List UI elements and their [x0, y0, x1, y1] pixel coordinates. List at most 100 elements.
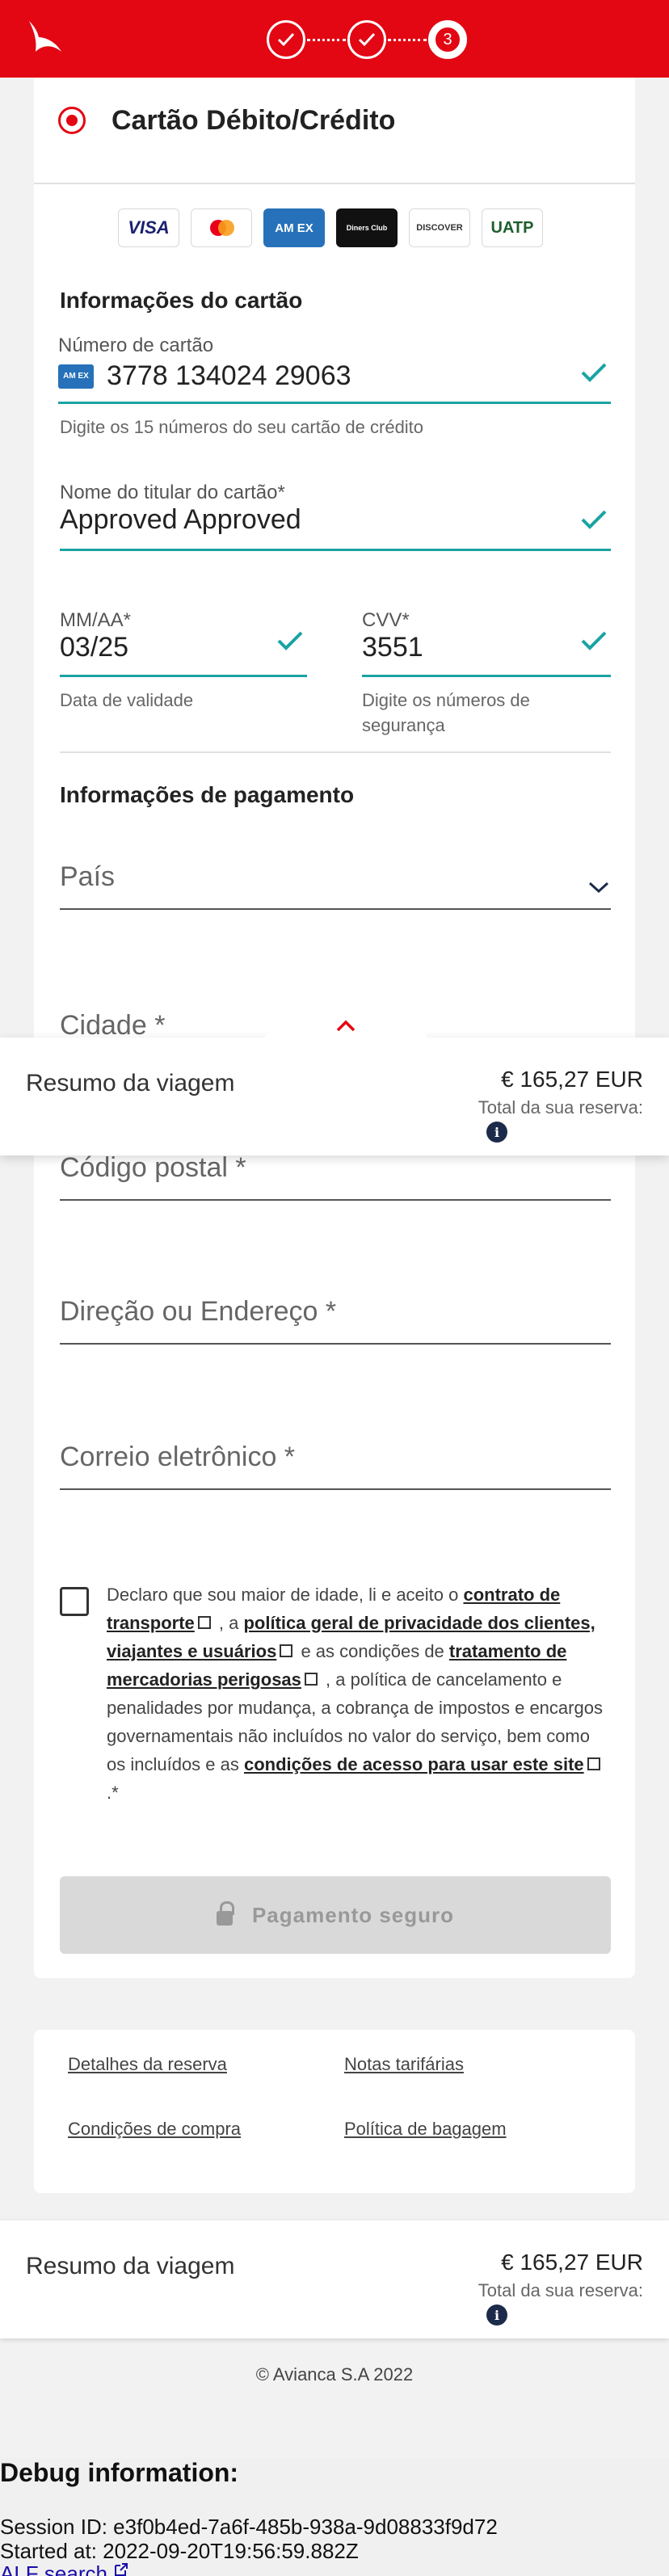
cardholder-name-value[interactable]: Approved Approved — [60, 504, 611, 536]
step-connector — [388, 38, 427, 41]
uatp-logo-icon: UATP — [482, 208, 543, 247]
address-underline — [60, 1343, 611, 1345]
debug-session-id: Session ID: e3f0b4ed-7a6f-485b-938a-9d08… — [0, 2515, 498, 2539]
consent-text: .* — [107, 1783, 119, 1803]
payment-method-radio[interactable] — [58, 107, 86, 134]
cardholder-name-field[interactable]: Nome do titular do cartão* Approved Appr… — [60, 482, 611, 551]
postal-code-input[interactable]: Código postal * — [60, 1152, 611, 1201]
address-input[interactable]: Direção ou Endereço * — [60, 1296, 611, 1345]
purchase-conditions-link[interactable]: Condições de compra — [68, 2119, 241, 2140]
postal-code-placeholder: Código postal * — [60, 1152, 246, 1183]
external-link-icon — [115, 2563, 128, 2576]
top-header: 3 — [0, 0, 669, 78]
valid-check-icon — [581, 510, 607, 529]
external-link-icon — [197, 1616, 211, 1629]
site-access-conditions-link[interactable]: condições de acesso para usar este site — [244, 1754, 584, 1774]
valid-check-icon — [581, 631, 607, 650]
cvv-underline — [362, 675, 611, 677]
country-select[interactable]: País — [60, 861, 611, 910]
chevron-down-icon — [588, 882, 609, 894]
diners-logo-icon: Diners Club — [336, 208, 398, 247]
card-info-title: Informações do cartão — [60, 288, 303, 313]
progress-steps: 3 — [267, 19, 467, 60]
cvv-value[interactable]: 3551 — [362, 632, 611, 663]
cardholder-name-label: Nome do titular do cartão* — [60, 482, 285, 503]
external-link-icon — [304, 1673, 318, 1686]
amex-card-icon: AM EX — [58, 364, 94, 389]
country-placeholder: País — [60, 861, 116, 892]
baggage-policy-link[interactable]: Política de bagagem — [344, 2119, 507, 2140]
avianca-logo-icon[interactable] — [23, 16, 68, 61]
section-divider — [60, 751, 611, 753]
cvv-label: CVV* — [362, 609, 410, 631]
valid-check-icon — [277, 631, 303, 650]
postal-code-underline — [60, 1199, 611, 1201]
discover-logo-icon: DISCOVER — [409, 208, 470, 247]
trip-total-price: € 165,27 EUR — [501, 2250, 643, 2275]
secure-payment-label: Pagamento seguro — [251, 1902, 455, 1927]
email-underline — [60, 1488, 611, 1490]
debug-started-at: Started at: 2022-09-20T19:56:59.882Z — [0, 2539, 359, 2563]
trip-total-label: Total da sua reserva: — [478, 1097, 643, 1118]
alf-search-link[interactable]: ALF search — [0, 2561, 107, 2576]
card-number-field[interactable]: Número de cartão AM EX 3778 134024 29063 — [58, 335, 611, 404]
payment-method-label: Cartão Débito/Crédito — [112, 105, 396, 136]
country-underline — [60, 908, 611, 910]
card-number-hint: Digite os 15 números do seu cartão de cr… — [60, 417, 424, 437]
cvv-hint-line-2: segurança — [362, 714, 445, 735]
trip-summary-sticky[interactable]: Resumo da viagem € 165,27 EUR Total da s… — [0, 1010, 669, 1155]
summary-expand-tab[interactable] — [263, 1010, 428, 1039]
info-icon[interactable]: i — [486, 2305, 507, 2326]
step-2-done-icon — [347, 20, 386, 59]
card-number-label: Número de cartão — [58, 335, 214, 356]
terms-checkbox[interactable] — [60, 1587, 89, 1616]
terms-consent-text: Declaro que sou maior de idade, li e ace… — [107, 1581, 608, 1807]
card-number-underline — [58, 402, 611, 404]
debug-title: Debug information: — [0, 2458, 239, 2487]
external-link-icon — [280, 1644, 293, 1657]
fare-notes-link[interactable]: Notas tarifárias — [344, 2054, 464, 2075]
consent-text: , a — [213, 1613, 244, 1633]
step-3-current: 3 — [428, 20, 467, 59]
consent-text: e as condições de — [296, 1641, 449, 1661]
email-placeholder: Correio eletrônico * — [60, 1442, 296, 1472]
trip-total-price: € 165,27 EUR — [501, 1067, 643, 1092]
trip-total-label: Total da sua reserva: — [478, 2280, 643, 2300]
amex-logo-icon: AM EX — [263, 208, 325, 247]
alf-search-row: ALF search — [0, 2561, 129, 2576]
visa-logo-icon: VISA — [118, 208, 179, 247]
cvv-hint-line-1: Digite os números de — [362, 690, 530, 710]
card-number-value[interactable]: 3778 134024 29063 — [107, 360, 351, 392]
expiry-label: MM/AA* — [60, 609, 132, 631]
consent-text: Declaro que sou maior de idade, li e ace… — [107, 1585, 464, 1605]
step-3-number: 3 — [434, 26, 461, 53]
trip-summary-footer[interactable]: Resumo da viagem € 165,27 EUR Total da s… — [0, 2220, 669, 2338]
expiry-value[interactable]: 03/25 — [60, 632, 307, 663]
booking-details-link[interactable]: Detalhes da reserva — [68, 2054, 227, 2075]
footer-links-card: Detalhes da reserva Notas tarifárias Con… — [34, 2030, 635, 2193]
mastercard-logo-icon — [191, 208, 252, 247]
address-placeholder: Direção ou Endereço * — [60, 1296, 337, 1327]
external-link-icon — [587, 1757, 600, 1770]
cvv-hint: Digite os números de segurança — [362, 688, 530, 739]
cardholder-name-underline — [60, 549, 611, 551]
payment-info-title: Informações de pagamento — [60, 782, 355, 807]
expiry-hint: Data de validade — [60, 690, 194, 710]
chevron-up-icon — [336, 1020, 356, 1032]
cvv-field[interactable]: CVV* 3551 — [362, 609, 611, 677]
payment-method-option[interactable]: Cartão Débito/Crédito — [34, 78, 635, 184]
info-icon[interactable]: i — [486, 1122, 507, 1143]
email-input[interactable]: Correio eletrônico * — [60, 1442, 611, 1490]
trip-summary-title: Resumo da viagem — [26, 1070, 235, 1096]
copyright-text: © Avianca S.A 2022 — [255, 2364, 414, 2384]
expiry-underline — [60, 675, 307, 677]
valid-check-icon — [581, 363, 607, 382]
trip-summary-title: Resumo da viagem — [26, 2253, 235, 2279]
card-brand-logos: VISA AM EX Diners Club DISCOVER UATP — [118, 208, 543, 247]
secure-payment-button[interactable]: Pagamento seguro — [60, 1876, 611, 1954]
expiry-date-field[interactable]: MM/AA* 03/25 — [60, 609, 307, 677]
lock-icon — [216, 1901, 234, 1926]
step-connector — [307, 38, 346, 41]
step-1-done-icon — [267, 20, 305, 59]
debug-panel: Debug information: Session ID: e3f0b4ed-… — [0, 2458, 669, 2576]
